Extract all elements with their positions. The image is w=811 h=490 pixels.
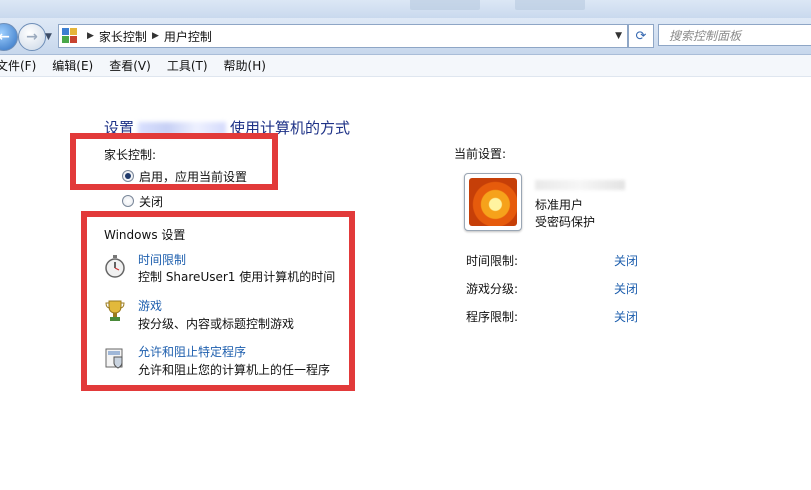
breadcrumb-separator-icon[interactable]: ▶ <box>152 31 159 41</box>
menu-tools[interactable]: 工具(T) <box>167 57 208 74</box>
taskbar-ghost <box>515 0 585 10</box>
search-input[interactable]: 搜索控制面板 <box>658 24 811 46</box>
program-limit-label: 程序限制: <box>466 310 519 324</box>
game-rating-label: 游戏分级: <box>466 282 519 296</box>
menu-help[interactable]: 帮助(H) <box>224 57 266 74</box>
game-rating-value: 关闭 <box>614 282 639 296</box>
password-status: 受密码保护 <box>535 215 596 229</box>
user-type: 标准用户 <box>535 198 584 212</box>
back-button[interactable]: ← <box>0 23 18 51</box>
menu-view[interactable]: 查看(V) <box>109 57 151 74</box>
user-avatar <box>464 173 522 231</box>
time-limit-label: 时间限制: <box>466 254 519 268</box>
breadcrumb-user-controls[interactable]: 用户控制 <box>164 28 212 45</box>
window-titlebar <box>0 0 811 18</box>
refresh-button[interactable]: ⟳ <box>628 24 654 48</box>
highlight-box-windows-settings <box>81 211 355 391</box>
menu-file[interactable]: 文件(F) <box>0 57 36 74</box>
address-dropdown-icon[interactable]: ▼ <box>615 31 622 41</box>
highlight-box-parental <box>70 133 278 190</box>
menu-edit[interactable]: 编辑(E) <box>52 57 93 74</box>
forward-button[interactable]: → <box>18 23 46 51</box>
breadcrumb-separator-icon[interactable]: ▶ <box>87 31 94 41</box>
program-limit-value: 关闭 <box>614 310 639 324</box>
taskbar-ghost <box>410 0 480 10</box>
address-toolbar: ← → ▼ ▶ 家长控制 ▶ 用户控制 ▼ ⟳ 搜索控制面板 <box>0 18 811 55</box>
address-field[interactable]: ▶ 家长控制 ▶ 用户控制 ▼ <box>58 24 628 48</box>
time-limit-value: 关闭 <box>614 254 639 268</box>
breadcrumb-parental-controls[interactable]: 家长控制 <box>99 28 147 45</box>
control-panel-icon <box>62 28 78 44</box>
radio-off[interactable] <box>122 195 134 207</box>
radio-off-label[interactable]: 关闭 <box>139 193 163 210</box>
redacted-account-name <box>535 180 625 190</box>
current-settings-label: 当前设置: <box>454 147 507 161</box>
menu-bar: 文件(F) 编辑(E) 查看(V) 工具(T) 帮助(H) <box>0 55 811 77</box>
recent-pages-dropdown-icon[interactable]: ▼ <box>45 32 52 42</box>
flower-avatar-image <box>469 178 517 226</box>
